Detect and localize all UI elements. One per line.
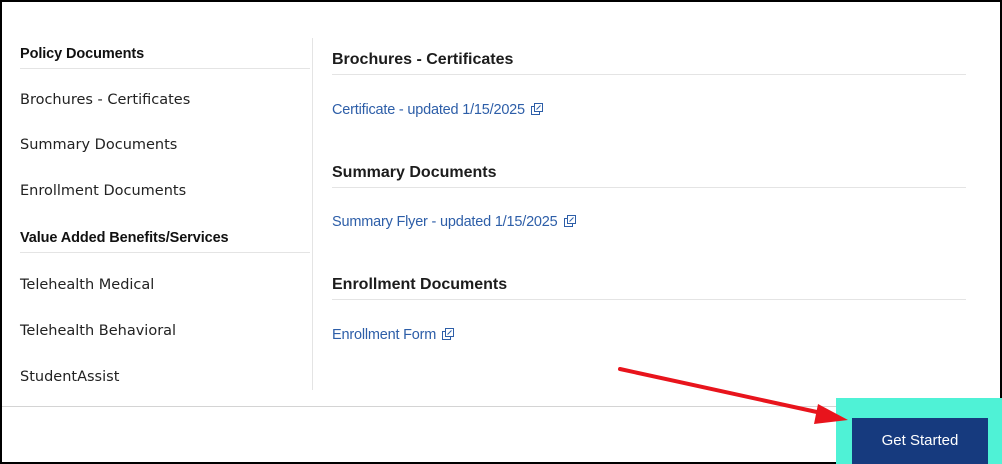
enrollment-form-link-label: Enrollment Form — [332, 327, 437, 343]
sidebar-item-enrollment-documents[interactable]: Enrollment Documents — [20, 183, 186, 199]
certificate-link[interactable]: Certificate - updated 1/15/2025 — [332, 102, 543, 118]
sidebar-item-telehealth-behavioral[interactable]: Telehealth Behavioral — [20, 323, 176, 339]
external-link-icon — [530, 103, 543, 115]
certificate-link-label: Certificate - updated 1/15/2025 — [332, 102, 525, 118]
section-heading-enrollment-documents: Enrollment Documents — [332, 276, 966, 300]
summary-flyer-link-label: Summary Flyer - updated 1/15/2025 — [332, 214, 558, 230]
sidebar-heading-policy-documents: Policy Documents — [20, 46, 310, 69]
get-started-button[interactable]: Get Started — [852, 418, 988, 464]
sidebar-item-studentassist[interactable]: StudentAssist — [20, 369, 119, 385]
external-link-icon — [442, 328, 455, 340]
summary-flyer-link[interactable]: Summary Flyer - updated 1/15/2025 — [332, 214, 576, 230]
section-heading-summary-documents: Summary Documents — [332, 164, 966, 188]
sidebar-item-telehealth-medical[interactable]: Telehealth Medical — [20, 277, 154, 293]
section-heading-brochures-certificates: Brochures - Certificates — [332, 51, 966, 75]
sidebar-item-summary-documents[interactable]: Summary Documents — [20, 137, 177, 153]
sidebar-item-brochures-certificates[interactable]: Brochures - Certificates — [20, 92, 190, 108]
enrollment-form-link[interactable]: Enrollment Form — [332, 327, 455, 343]
sidebar-heading-value-added-benefits: Value Added Benefits/Services — [20, 230, 310, 253]
sidebar: Policy Documents Brochures - Certificate… — [20, 38, 313, 390]
external-link-icon — [563, 215, 576, 227]
